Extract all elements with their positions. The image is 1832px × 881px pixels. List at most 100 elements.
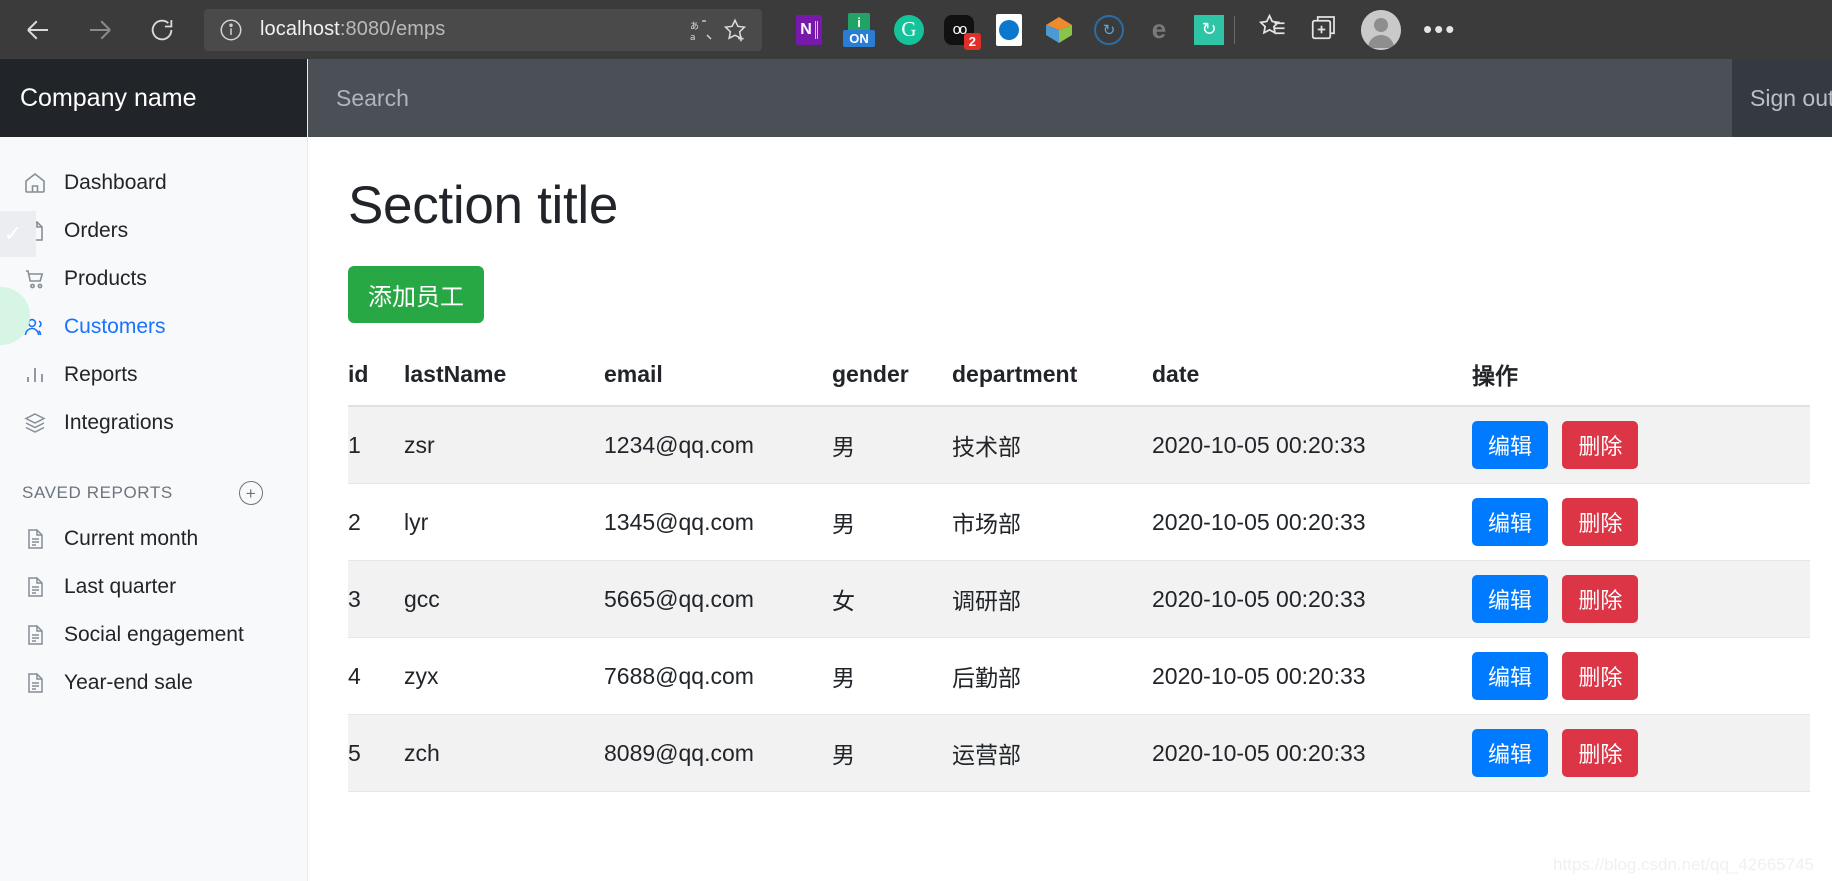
column-header-id: id xyxy=(348,351,404,407)
cloud-extension-icon[interactable] xyxy=(992,13,1026,47)
edit-button[interactable]: 编辑 xyxy=(1472,652,1549,700)
sidebar-item-reports[interactable]: Reports xyxy=(0,351,307,399)
cell-lastname: lyr xyxy=(404,483,604,561)
profile-avatar[interactable] xyxy=(1361,9,1401,50)
forward-arrow-icon[interactable] xyxy=(80,10,120,50)
back-arrow-icon[interactable] xyxy=(18,10,58,50)
delete-button[interactable]: 删除 xyxy=(1562,575,1639,623)
saved-report-current-month[interactable]: Current month xyxy=(0,515,307,563)
saved-report-label: Year-end sale xyxy=(64,671,193,694)
overlay-check-icon: ✓ xyxy=(0,211,36,257)
edge-extension-icon[interactable]: e xyxy=(1142,13,1176,47)
edit-button[interactable]: 编辑 xyxy=(1472,498,1549,546)
extension-icons: N i ON G oo 2 ↻ e ↻ xyxy=(792,12,1226,50)
table-header-row: id lastName email gender department date… xyxy=(348,351,1810,407)
teal-sync-extension-icon[interactable]: ↻ xyxy=(1192,13,1226,47)
sidebar-item-products[interactable]: Products xyxy=(0,255,307,303)
sidebar-item-label: Orders xyxy=(64,219,129,242)
cell-id: 5 xyxy=(348,714,404,792)
reload-icon[interactable] xyxy=(142,10,182,50)
cell-lastname: zsr xyxy=(404,406,604,484)
grammarly-letter: G xyxy=(894,14,924,45)
table-body: 1 zsr 1234@qq.com 男 技术部 2020-10-05 00:20… xyxy=(348,406,1810,792)
oo-extension-icon[interactable]: oo 2 xyxy=(942,13,981,50)
add-employee-button[interactable]: 添加员工 xyxy=(348,266,484,323)
column-header-operations: 操作 xyxy=(1472,351,1810,407)
document-icon xyxy=(22,670,48,696)
onenote-letter: N xyxy=(800,20,818,39)
watermark-text: https://blog.csdn.net/qq_42665745 xyxy=(1553,855,1814,874)
site-info-icon[interactable] xyxy=(218,17,244,43)
cell-email: 8089@qq.com xyxy=(604,714,832,792)
cell-gender: 女 xyxy=(832,560,952,638)
more-options-icon[interactable]: ••• xyxy=(1423,14,1456,45)
on-bottom-glyph: ON xyxy=(843,29,875,47)
sidebar-item-customers[interactable]: Customers xyxy=(0,303,307,351)
document-icon xyxy=(22,622,48,648)
onenote-on-extension-icon[interactable]: i ON xyxy=(842,12,876,47)
cell-date: 2020-10-05 00:20:33 xyxy=(1152,406,1472,484)
edit-button[interactable]: 编辑 xyxy=(1472,575,1549,623)
cell-email: 1234@qq.com xyxy=(604,406,832,484)
edit-button[interactable]: 编辑 xyxy=(1472,421,1549,469)
sidebar-item-label: Reports xyxy=(64,363,138,386)
cell-date: 2020-10-05 00:20:33 xyxy=(1152,637,1472,715)
saved-report-label: Last quarter xyxy=(64,575,177,598)
delete-button[interactable]: 删除 xyxy=(1562,498,1639,546)
cell-department: 运营部 xyxy=(952,714,1152,792)
sidebar-item-integrations[interactable]: Integrations xyxy=(0,399,307,447)
favorites-list-icon[interactable] xyxy=(1257,12,1287,47)
add-saved-report-icon[interactable]: + xyxy=(239,481,263,505)
toolbar-divider xyxy=(1234,15,1235,44)
cell-date: 2020-10-05 00:20:33 xyxy=(1152,714,1472,792)
cell-date: 2020-10-05 00:20:33 xyxy=(1152,483,1472,561)
sidebar: Company name ✓ Dashboard Orders Products… xyxy=(0,59,308,881)
saved-reports-header: SAVED REPORTS + xyxy=(0,447,307,515)
saved-report-label: Current month xyxy=(64,527,199,550)
saved-report-year-end-sale[interactable]: Year-end sale xyxy=(0,659,307,707)
address-bar[interactable]: localhost:8080/emps あ a xyxy=(204,8,762,51)
url-path: :8080/emps xyxy=(339,18,446,40)
table-row[interactable]: 2 lyr 1345@qq.com 男 市场部 2020-10-05 00:20… xyxy=(348,483,1810,561)
bar-chart-icon xyxy=(22,362,48,388)
translate-icon[interactable]: あ a xyxy=(684,13,718,47)
star-add-icon[interactable] xyxy=(718,13,752,47)
edge-glyph: e xyxy=(1151,14,1167,44)
sync-extension-icon[interactable]: ↻ xyxy=(1092,13,1126,47)
cell-email: 5665@qq.com xyxy=(604,560,832,638)
cell-department: 技术部 xyxy=(952,406,1152,484)
edit-button[interactable]: 编辑 xyxy=(1472,729,1549,777)
delete-button[interactable]: 删除 xyxy=(1562,729,1639,777)
address-bar-url[interactable]: localhost:8080/emps xyxy=(260,18,684,41)
cell-department: 后勤部 xyxy=(952,637,1152,715)
table-row[interactable]: 3 gcc 5665@qq.com 女 调研部 2020-10-05 00:20… xyxy=(348,560,1810,638)
delete-button[interactable]: 删除 xyxy=(1562,421,1639,469)
grammarly-extension-icon[interactable]: G xyxy=(892,13,926,47)
cell-operations: 编辑 删除 xyxy=(1472,714,1810,792)
sidebar-item-dashboard[interactable]: Dashboard xyxy=(0,159,307,207)
browser-nav-buttons xyxy=(0,10,182,50)
delete-button[interactable]: 删除 xyxy=(1562,652,1639,700)
table-row[interactable]: 5 zch 8089@qq.com 男 运营部 2020-10-05 00:20… xyxy=(348,714,1810,792)
saved-report-last-quarter[interactable]: Last quarter xyxy=(0,563,307,611)
cell-id: 3 xyxy=(348,560,404,638)
column-header-lastname: lastName xyxy=(404,351,604,407)
svg-text:あ: あ xyxy=(690,21,699,32)
main-content: Section title 添加员工 id lastName email gen… xyxy=(309,137,1832,881)
table-row[interactable]: 1 zsr 1234@qq.com 男 技术部 2020-10-05 00:20… xyxy=(348,406,1810,484)
cell-department: 调研部 xyxy=(952,560,1152,638)
sign-out-link[interactable]: Sign out xyxy=(1732,59,1832,137)
cell-operations: 编辑 删除 xyxy=(1472,483,1810,561)
page-body: Company name ✓ Dashboard Orders Products… xyxy=(0,59,1832,881)
box-extension-icon[interactable] xyxy=(1042,13,1076,47)
table-row[interactable]: 4 zyx 7688@qq.com 男 后勤部 2020-10-05 00:20… xyxy=(348,637,1810,715)
browser-right-icons: ••• xyxy=(1257,9,1456,50)
saved-report-social-engagement[interactable]: Social engagement xyxy=(0,611,307,659)
search-input[interactable]: Search xyxy=(308,59,1732,137)
collections-icon[interactable] xyxy=(1309,12,1339,47)
cell-email: 7688@qq.com xyxy=(604,637,832,715)
sidebar-item-orders[interactable]: Orders xyxy=(0,207,307,255)
saved-reports-list: Current month Last quarter Social engage… xyxy=(0,515,307,707)
onenote-extension-icon[interactable]: N xyxy=(792,13,826,47)
cell-lastname: zch xyxy=(404,714,604,792)
